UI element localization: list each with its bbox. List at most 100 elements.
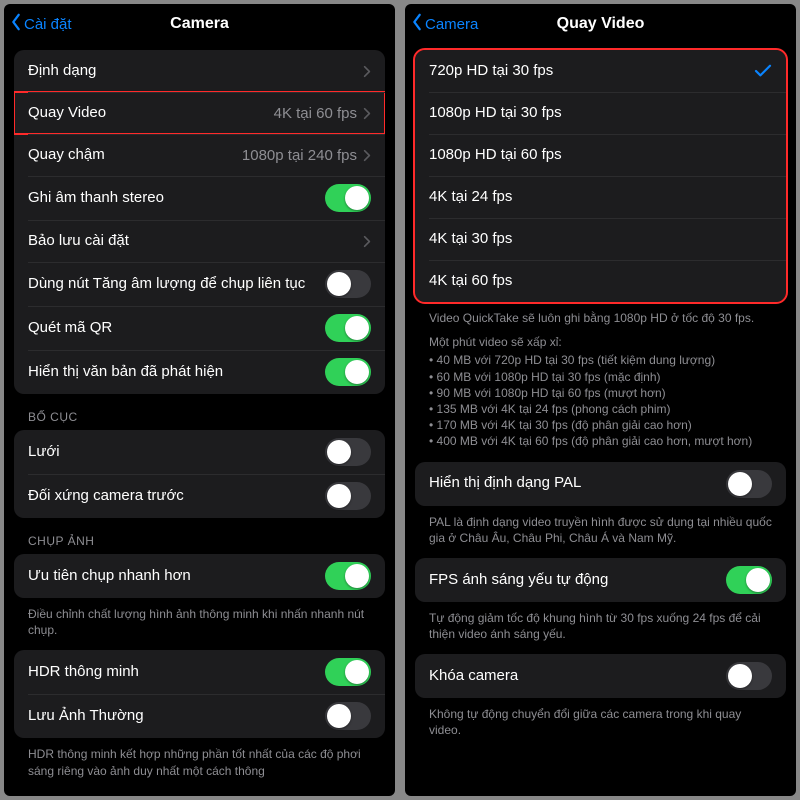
toggle-switch[interactable] [325, 270, 371, 298]
chevron-right-icon [363, 149, 371, 162]
minute-intro: Một phút video sẽ xấp xỉ: [429, 334, 772, 350]
row-label: Bảo lưu cài đặt [28, 232, 361, 251]
row-label: Quét mã QR [28, 319, 325, 338]
toggle-switch[interactable] [325, 184, 371, 212]
group-layout: Lưới Đối xứng camera trước [14, 430, 385, 518]
minute-line: 40 MB với 720p HD tại 30 fps (tiết kiệm … [429, 352, 772, 368]
row-camera-3[interactable]: Ghi âm thanh stereo [14, 176, 385, 220]
row-label: Khóa camera [429, 667, 726, 686]
row-layout-1[interactable]: Đối xứng camera trước [14, 474, 385, 518]
row-camera-2[interactable]: Quay chậm1080p tại 240 fps [14, 134, 385, 176]
row-lock-camera[interactable]: Khóa camera [415, 654, 786, 698]
row-label: Đối xứng camera trước [28, 487, 325, 506]
row-label: Định dạng [28, 62, 361, 81]
capture-footer: Điều chỉnh chất lượng hình ảnh thông min… [14, 602, 385, 650]
row-label: 1080p HD tại 60 fps [429, 146, 772, 165]
row-resolution-5[interactable]: 4K tại 60 fps [415, 260, 786, 302]
chevron-left-icon [411, 13, 423, 35]
chevron-right-icon [363, 235, 371, 248]
row-label: 1080p HD tại 30 fps [429, 104, 772, 123]
row-label: 4K tại 30 fps [429, 230, 772, 249]
minute-line: 170 MB với 4K tại 30 fps (độ phân giải c… [429, 417, 772, 433]
group-pal: Hiển thị định dạng PAL [415, 462, 786, 506]
row-label: FPS ánh sáng yếu tự động [429, 571, 726, 590]
chevron-right-icon [363, 107, 371, 120]
minute-line: 60 MB với 1080p HD tại 30 fps (mặc định) [429, 369, 772, 385]
minute-line: 135 MB với 4K tại 24 fps (phong cách phi… [429, 401, 772, 417]
toggle-switch[interactable] [325, 438, 371, 466]
back-label: Camera [425, 16, 478, 33]
minute-line: 90 MB với 1080p HD tại 60 fps (mượt hơn) [429, 385, 772, 401]
group-lock-camera: Khóa camera [415, 654, 786, 698]
back-label: Cài đặt [24, 16, 72, 33]
row-camera-0[interactable]: Định dạng [14, 50, 385, 92]
row-resolution-3[interactable]: 4K tại 24 fps [415, 176, 786, 218]
row-capture-0[interactable]: Ưu tiên chụp nhanh hơn [14, 554, 385, 598]
toggle-switch[interactable] [726, 470, 772, 498]
row-label: Quay Video [28, 104, 274, 123]
chevron-left-icon [10, 13, 22, 35]
row-label: Quay chậm [28, 146, 242, 165]
toggle-switch[interactable] [325, 658, 371, 686]
row-show-pal[interactable]: Hiển thị định dạng PAL [415, 462, 786, 506]
row-camera-6[interactable]: Quét mã QR [14, 306, 385, 350]
settings-scroll[interactable]: 720p HD tại 30 fps 1080p HD tại 30 fps 108… [405, 44, 796, 796]
group-recording: Định dạngQuay Video4K tại 60 fpsQuay chậ… [14, 50, 385, 394]
toggle-switch[interactable] [325, 702, 371, 730]
settings-scroll[interactable]: Định dạngQuay Video4K tại 60 fpsQuay chậ… [4, 44, 395, 796]
row-camera-7[interactable]: Hiển thị văn bản đã phát hiện [14, 350, 385, 394]
row-camera-5[interactable]: Dùng nút Tăng âm lượng để chụp liên tục [14, 262, 385, 306]
row-hdr-1[interactable]: Lưu Ảnh Thường [14, 694, 385, 738]
group-hdr: HDR thông minh Lưu Ảnh Thường [14, 650, 385, 738]
row-hdr-0[interactable]: HDR thông minh [14, 650, 385, 694]
quicktake-note: Video QuickTake sẽ luôn ghi bằng 1080p H… [429, 310, 772, 326]
pal-footer: PAL là định dạng video truyền hình được … [415, 510, 786, 558]
nav-bar: Cài đặt Camera [4, 4, 395, 44]
video-info: Video QuickTake sẽ luôn ghi bằng 1080p H… [415, 306, 786, 462]
screen-camera-settings: Cài đặt Camera Định dạng Quay Video4K tại… [4, 4, 395, 796]
row-label: Ưu tiên chụp nhanh hơn [28, 567, 325, 586]
lock-footer: Không tự động chuyển đổi giữa các camera… [415, 702, 786, 750]
row-label: 4K tại 24 fps [429, 188, 772, 207]
auto-fps-footer: Tự động giảm tốc độ khung hình từ 30 fps… [415, 606, 786, 654]
toggle-switch[interactable] [325, 562, 371, 590]
row-label: Ghi âm thanh stereo [28, 189, 325, 208]
row-label: Lưu Ảnh Thường [28, 707, 325, 726]
row-resolution-0[interactable]: 720p HD tại 30 fps [415, 50, 786, 92]
back-button[interactable]: Camera [411, 13, 478, 35]
row-camera-1[interactable]: Quay Video4K tại 60 fps [14, 92, 385, 134]
row-detail: 4K tại 60 fps [274, 105, 357, 122]
toggle-switch[interactable] [325, 482, 371, 510]
toggle-switch[interactable] [726, 566, 772, 594]
minute-line: 400 MB với 4K tại 60 fps (độ phân giải c… [429, 433, 772, 449]
row-camera-4[interactable]: Bảo lưu cài đặt [14, 220, 385, 262]
minute-list: 40 MB với 720p HD tại 30 fps (tiết kiệm … [429, 352, 772, 449]
toggle-switch[interactable] [325, 314, 371, 342]
row-label: 720p HD tại 30 fps [429, 62, 754, 81]
section-header-capture: CHỤP ẢNH [14, 532, 385, 554]
group-video-resolution: 720p HD tại 30 fps 1080p HD tại 30 fps 108… [415, 50, 786, 302]
row-layout-0[interactable]: Lưới [14, 430, 385, 474]
row-label: Hiển thị định dạng PAL [429, 474, 726, 493]
row-detail: 1080p tại 240 fps [242, 147, 357, 164]
row-label: HDR thông minh [28, 663, 325, 682]
group-auto-fps: FPS ánh sáng yếu tự động [415, 558, 786, 602]
chevron-right-icon [363, 65, 371, 78]
section-header-layout: BỐ CỤC [14, 408, 385, 430]
row-label: 4K tại 60 fps [429, 272, 772, 291]
check-icon [754, 64, 772, 78]
toggle-switch[interactable] [726, 662, 772, 690]
back-button[interactable]: Cài đặt [10, 13, 72, 35]
row-auto-low-light-fps[interactable]: FPS ánh sáng yếu tự động [415, 558, 786, 602]
row-resolution-4[interactable]: 4K tại 30 fps [415, 218, 786, 260]
row-resolution-2[interactable]: 1080p HD tại 60 fps [415, 134, 786, 176]
row-label: Dùng nút Tăng âm lượng để chụp liên tục [28, 275, 325, 294]
nav-bar: Camera Quay Video [405, 4, 796, 44]
hdr-footer: HDR thông minh kết hợp những phần tốt nh… [14, 742, 385, 790]
row-resolution-1[interactable]: 1080p HD tại 30 fps [415, 92, 786, 134]
group-capture: Ưu tiên chụp nhanh hơn [14, 554, 385, 598]
toggle-switch[interactable] [325, 358, 371, 386]
row-label: Lưới [28, 443, 325, 462]
screen-record-video: Camera Quay Video 720p HD tại 30 fps 1080… [405, 4, 796, 796]
row-label: Hiển thị văn bản đã phát hiện [28, 363, 325, 382]
